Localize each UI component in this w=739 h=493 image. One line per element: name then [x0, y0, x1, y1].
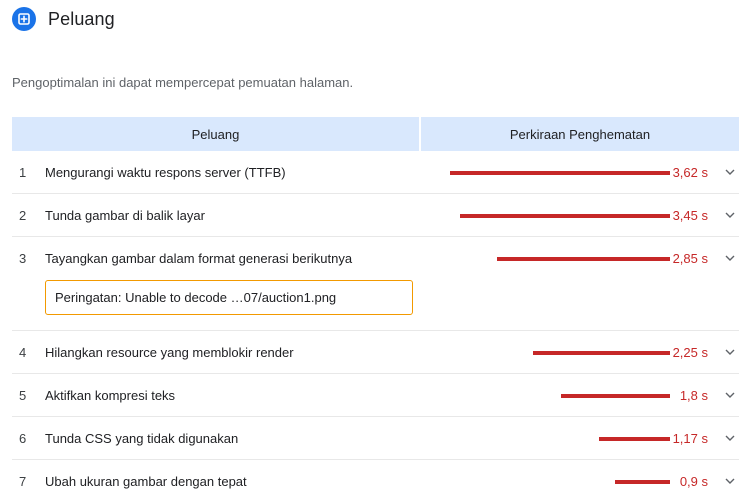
- opportunity-title: Mengurangi waktu respons server (TTFB): [45, 165, 286, 180]
- chevron-down-icon[interactable]: [724, 166, 736, 178]
- savings-bar: [460, 214, 670, 218]
- savings-bar: [450, 171, 670, 175]
- row-number: 5: [19, 388, 27, 403]
- opportunity-row[interactable]: 6 Tunda CSS yang tidak digunakan 1,17 s: [12, 417, 739, 460]
- chevron-down-icon[interactable]: [724, 252, 736, 264]
- chevron-down-icon[interactable]: [724, 432, 736, 444]
- opportunity-title: Tunda CSS yang tidak digunakan: [45, 431, 239, 446]
- opportunity-row[interactable]: 7 Ubah ukuran gambar dengan tepat 0,9 s: [12, 460, 739, 493]
- savings-bar: [599, 437, 670, 441]
- section-description: Pengoptimalan ini dapat mempercepat pemu…: [12, 75, 354, 90]
- chevron-down-icon[interactable]: [724, 346, 736, 358]
- savings-value: 2,85 s: [672, 251, 708, 266]
- section-header: Peluang: [12, 7, 115, 31]
- opportunity-row[interactable]: 5 Aktifkan kompresi teks 1,8 s: [12, 374, 739, 417]
- row-number: 3: [19, 251, 27, 266]
- opportunity-title: Ubah ukuran gambar dengan tepat: [45, 474, 247, 489]
- section-title: Peluang: [48, 8, 115, 29]
- page: Peluang Pengoptimalan ini dapat memperce…: [0, 0, 739, 493]
- table-body: 1 Mengurangi waktu respons server (TTFB) 3…: [12, 151, 739, 493]
- savings-value: 0,9 s: [679, 474, 708, 489]
- column-header-savings: Perkiraan Penghematan: [509, 126, 651, 142]
- warning-message: Peringatan: Unable to decode …07/auction…: [45, 280, 413, 315]
- table-header: Peluang Perkiraan Penghematan: [12, 117, 739, 151]
- opportunity-row[interactable]: 3 Tayangkan gambar dalam format generasi …: [12, 237, 739, 331]
- savings-value: 3,62 s: [672, 165, 708, 180]
- savings-value: 3,45 s: [672, 208, 708, 223]
- opportunity-title: Tayangkan gambar dalam format generasi b…: [45, 251, 353, 266]
- opportunity-row[interactable]: 4 Hilangkan resource yang memblokir rende…: [12, 331, 739, 374]
- opportunity-row[interactable]: 2 Tunda gambar di balik layar 3,45 s: [12, 194, 739, 237]
- savings-value: 1,8 s: [679, 388, 708, 403]
- row-number: 7: [19, 474, 27, 489]
- savings-value: 2,25 s: [672, 345, 708, 360]
- savings-value: 1,17 s: [672, 431, 708, 446]
- opportunities-table: Peluang Perkiraan Penghematan 1 Mengurang…: [12, 117, 739, 493]
- chevron-down-icon[interactable]: [724, 389, 736, 401]
- opportunity-icon: [12, 7, 36, 31]
- column-header-opportunity: Peluang: [191, 126, 240, 142]
- row-number: 6: [19, 431, 27, 446]
- savings-bar: [497, 257, 670, 261]
- opportunity-title: Tunda gambar di balik layar: [45, 208, 205, 223]
- opportunity-row[interactable]: 1 Mengurangi waktu respons server (TTFB) 3…: [12, 151, 739, 194]
- opportunity-title: Hilangkan resource yang memblokir render: [45, 345, 294, 360]
- row-number: 4: [19, 345, 27, 360]
- opportunity-title: Aktifkan kompresi teks: [45, 388, 176, 403]
- savings-bar: [561, 394, 670, 398]
- savings-bar: [533, 351, 670, 355]
- row-number: 1: [19, 165, 27, 180]
- savings-bar: [615, 480, 670, 484]
- chevron-down-icon[interactable]: [724, 209, 736, 221]
- row-number: 2: [19, 208, 27, 223]
- chevron-down-icon[interactable]: [724, 475, 736, 487]
